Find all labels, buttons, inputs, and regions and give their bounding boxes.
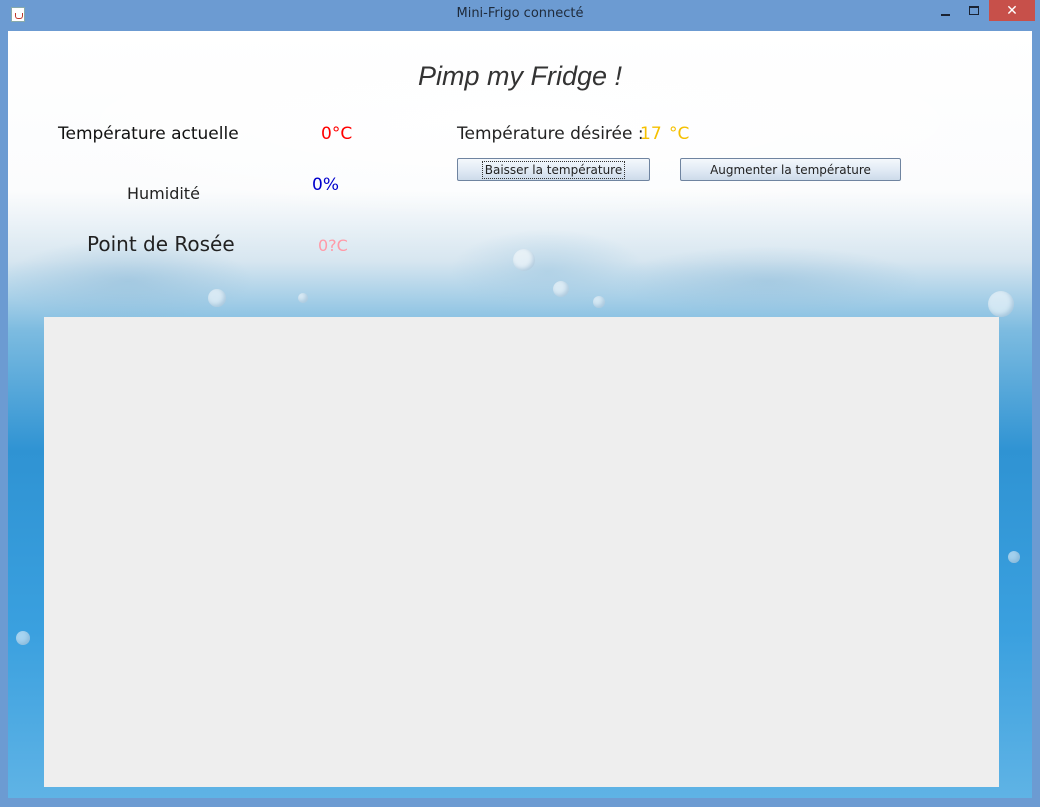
minimize-icon <box>940 13 950 16</box>
fridge-panel-background: Pimp my Fridge ! Température actuelle 0°… <box>8 31 1032 798</box>
title-bar[interactable]: Mini-Frigo connecté ✕ <box>0 0 1040 31</box>
lower-temperature-button[interactable]: Baisser la température <box>457 158 650 181</box>
raise-temperature-label: Augmenter la température <box>710 162 871 177</box>
desired-temp-unit: °C <box>669 124 690 144</box>
desired-temp-label: Température désirée : <box>457 124 644 144</box>
close-icon: ✕ <box>1006 2 1018 19</box>
decorative-bubble <box>513 249 535 271</box>
lower-temperature-label: Baisser la température <box>481 160 626 179</box>
decorative-bubble <box>553 281 569 297</box>
maximize-button[interactable] <box>960 0 988 21</box>
window-title: Mini-Frigo connecté <box>456 6 584 21</box>
raise-temperature-button[interactable]: Augmenter la température <box>680 158 901 181</box>
close-button[interactable]: ✕ <box>989 0 1035 21</box>
app-window: Mini-Frigo connecté ✕ Pimp my Fridge ! T… <box>0 0 1040 807</box>
desired-temp-value: 17 <box>640 124 662 144</box>
maximize-icon <box>969 6 979 15</box>
humidity-label: Humidité <box>127 184 200 203</box>
dew-point-label: Point de Rosée <box>87 232 235 256</box>
humidity-value: 0% <box>312 175 339 195</box>
minimize-button[interactable] <box>930 0 960 21</box>
current-temp-value: 0°C <box>321 124 353 144</box>
current-temp-label: Température actuelle <box>58 124 239 144</box>
decorative-bubble <box>208 289 226 307</box>
decorative-bubble <box>1008 551 1020 563</box>
app-heading: Pimp my Fridge ! <box>417 61 623 91</box>
decorative-bubble <box>16 631 30 645</box>
decorative-bubble <box>593 296 605 308</box>
dew-point-value: 0?C <box>318 236 348 255</box>
chart-panel <box>44 317 999 787</box>
decorative-bubble <box>988 291 1014 317</box>
decorative-bubble <box>298 293 308 303</box>
